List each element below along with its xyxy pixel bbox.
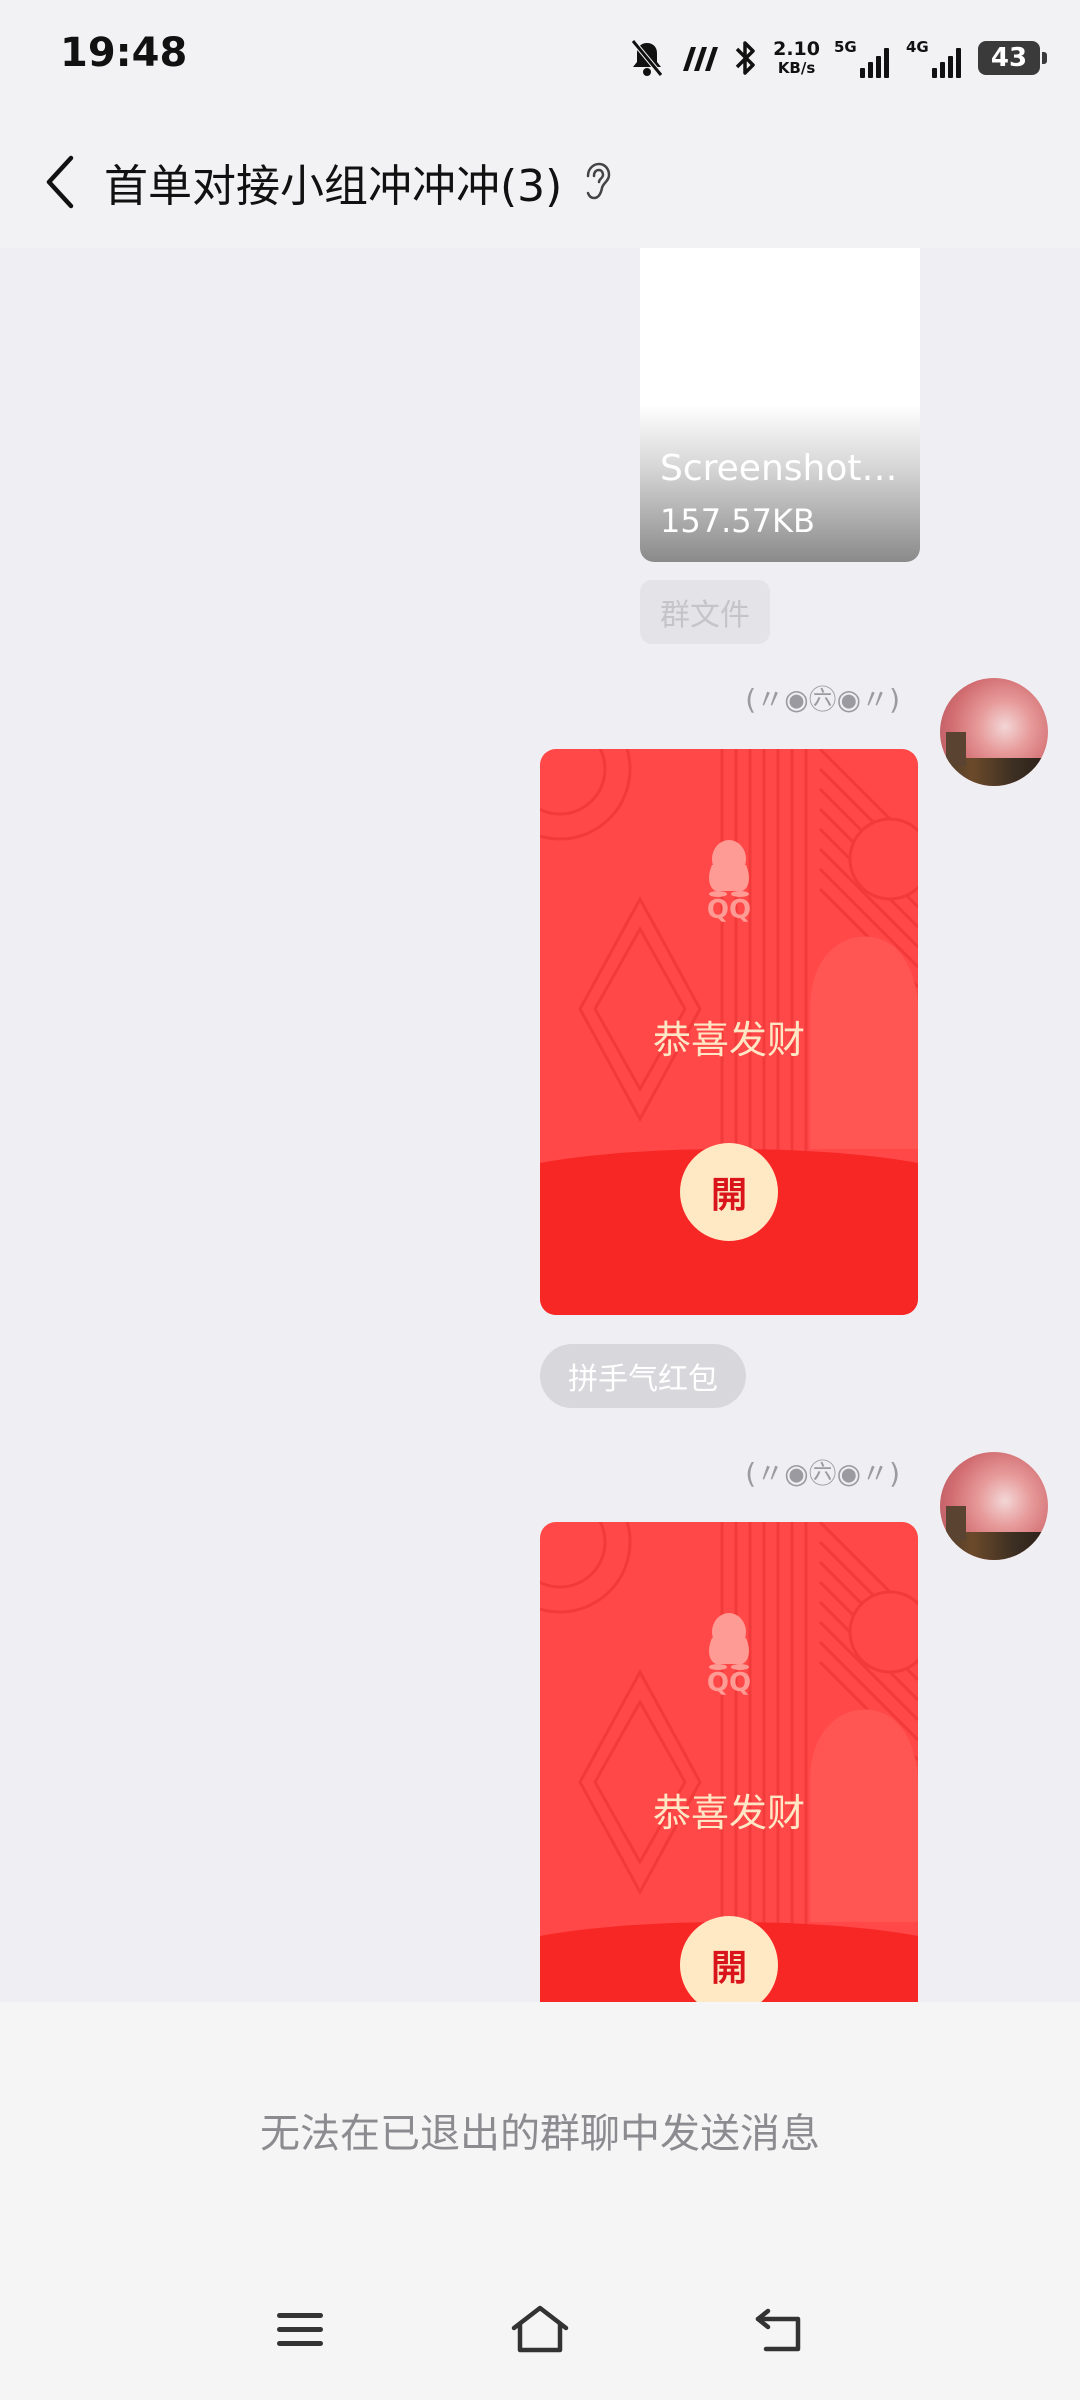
qq-logo: QQ [540, 839, 918, 925]
home-button[interactable] [508, 2298, 572, 2362]
ear-icon[interactable] [582, 162, 612, 202]
sim2-signal-icon: 4G [906, 38, 964, 78]
battery-level: 43 [990, 43, 1028, 73]
back-button[interactable] [30, 152, 90, 212]
group-file-tag: 群文件 [640, 580, 770, 644]
qq-logo: QQ [540, 1612, 918, 1698]
home-icon [511, 2305, 569, 2353]
mute-bell-icon [629, 39, 665, 77]
file-message-card[interactable]: Screenshot… 157.57KB [640, 248, 920, 562]
avatar[interactable] [940, 1452, 1048, 1560]
chat-message-list[interactable]: Screenshot… 157.57KB 群文件 (〃◉㊅◉〃) QQ 恭喜发财… [0, 248, 1080, 2002]
red-packet-title: 恭喜发财 [652, 1018, 805, 1062]
sim1-signal-icon: 5G [834, 38, 892, 78]
red-packet-title: 恭喜发财 [652, 1791, 805, 1835]
file-size: 157.57KB [660, 502, 815, 540]
red-packet-card[interactable]: QQ 恭喜发财 開 [540, 749, 918, 1315]
sim2-tag: 4G [906, 38, 929, 56]
open-red-packet-button[interactable]: 開 [680, 1143, 778, 1241]
back-arrow-icon [755, 2308, 801, 2352]
qq-penguin-icon [709, 1613, 749, 1670]
exited-group-notice: 无法在已退出的群聊中发送消息 [0, 2002, 1080, 2258]
network-speed-unit: KB/s [777, 59, 816, 77]
file-name: Screenshot… [660, 448, 898, 489]
nfc-icon [679, 43, 719, 73]
sender-nickname: (〃◉㊅◉〃) [745, 683, 900, 716]
sender-nickname: (〃◉㊅◉〃) [745, 1457, 900, 1490]
system-nav-bar [0, 2258, 1080, 2400]
qq-label: QQ [706, 895, 752, 925]
chat-header: 首单对接小组冲冲冲(3) [0, 116, 1080, 248]
red-packet-card[interactable]: QQ 恭喜发财 開 [540, 1522, 918, 2002]
avatar[interactable] [940, 678, 1048, 786]
group-title[interactable]: 首单对接小组冲冲冲(3) [104, 150, 562, 214]
network-speed: 2.10 KB/s [773, 40, 820, 76]
back-nav-button[interactable] [748, 2298, 812, 2362]
sim1-tag: 5G [834, 38, 857, 56]
red-packet-type-label: 拼手气红包 [540, 1344, 746, 1408]
battery-icon: 43 [978, 41, 1047, 75]
status-time: 19:48 [60, 30, 188, 76]
qq-label: QQ [706, 1668, 752, 1698]
menu-icon [277, 2313, 323, 2346]
menu-button[interactable] [268, 2298, 332, 2362]
status-bar: 19:48 2.10 KB/s 5G 4G 43 [0, 0, 1080, 116]
qq-penguin-icon [709, 840, 749, 897]
network-speed-value: 2.10 [773, 38, 820, 60]
chevron-left-icon [46, 155, 74, 209]
bluetooth-icon [733, 39, 759, 77]
status-icons: 2.10 KB/s 5G 4G 43 [629, 28, 1047, 88]
